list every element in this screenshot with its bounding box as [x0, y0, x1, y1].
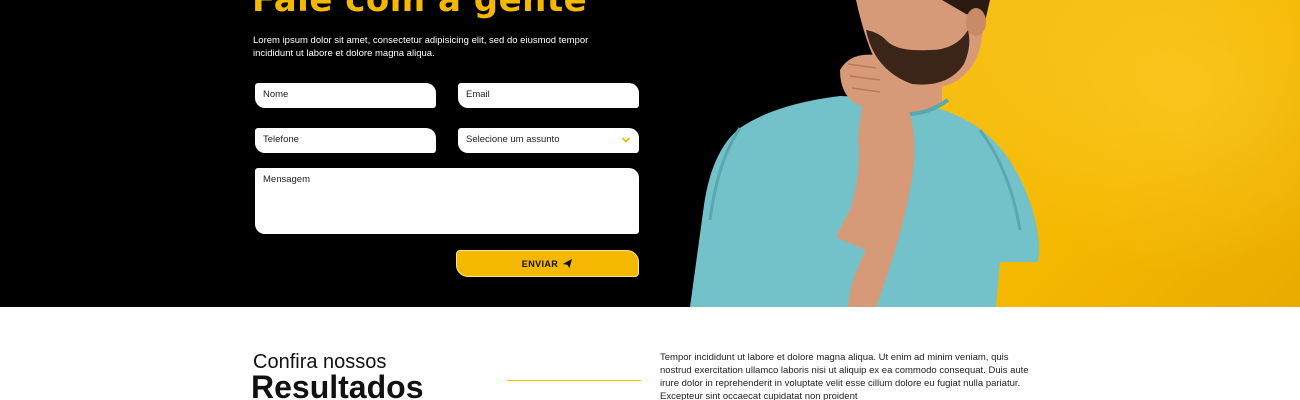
- send-button[interactable]: ENVIAR: [456, 250, 639, 277]
- phone-field[interactable]: Telefone: [255, 128, 436, 153]
- subject-select[interactable]: Selecione um assunto: [458, 128, 639, 153]
- email-field[interactable]: Email: [458, 83, 639, 108]
- results-divider: [507, 380, 641, 381]
- results-text: Tempor incididunt ut labore et dolore ma…: [660, 352, 1029, 400]
- subject-select-label: Selecione um assunto: [466, 134, 560, 145]
- person-photo: [690, 0, 1040, 307]
- message-field[interactable]: Mensagem: [255, 168, 639, 234]
- contact-section: Fale com a gente Lorem ipsum dolor sit a…: [0, 0, 1300, 307]
- contact-description: Lorem ipsum dolor sit amet, consectetur …: [253, 35, 589, 59]
- results-title: Resultados: [251, 369, 424, 400]
- contact-title: Fale com a gente: [252, 0, 588, 20]
- chevron-down-icon: [621, 137, 631, 143]
- paper-plane-icon: [563, 258, 573, 269]
- name-field[interactable]: Nome: [255, 83, 436, 108]
- send-button-label: ENVIAR: [521, 258, 559, 269]
